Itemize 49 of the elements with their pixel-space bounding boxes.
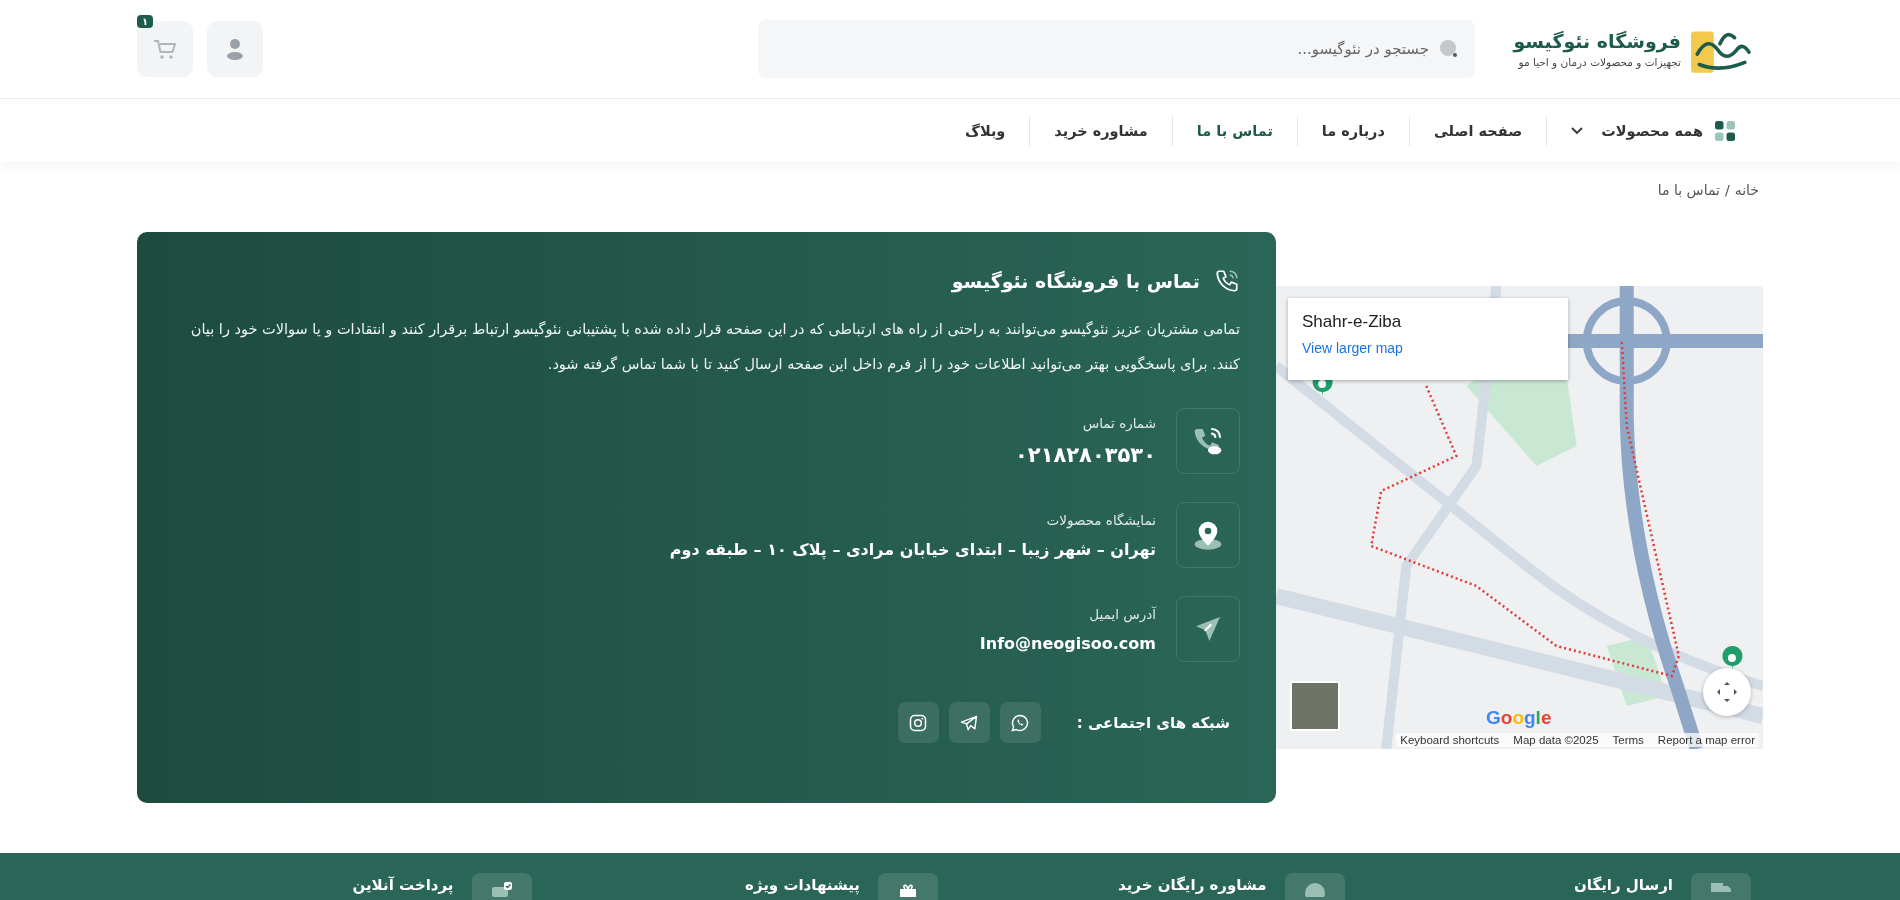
cart-icon: [153, 38, 177, 60]
place-name: Shahr-e-Ziba: [1302, 312, 1403, 332]
view-larger-map-link[interactable]: View larger map: [1302, 340, 1554, 356]
logo-subtitle: تجهیزات و محصولات درمان و احیا مو: [1517, 56, 1681, 68]
map-logo: Google: [1486, 707, 1552, 729]
card-check-icon: [489, 881, 514, 897]
breadcrumb-link[interactable]: تماس با ما: [1657, 182, 1720, 232]
map-attribution-link[interactable]: Keyboard shortcuts: [1400, 734, 1500, 746]
search-field[interactable]: جستجو در نئوگیسو...: [758, 20, 1475, 78]
grid-icon: [1715, 120, 1735, 141]
telegram-button[interactable]: [948, 702, 990, 743]
nav-item[interactable]: درباره ما: [1321, 122, 1385, 139]
phone-icon: [1214, 268, 1240, 294]
info-value: Info@neogisoo.com: [979, 633, 1156, 653]
phone-icon: [1192, 425, 1224, 457]
cart-count-badge: ۱: [136, 15, 153, 28]
intro-paragraph: تمامی مشتریان عزیز نئوگیسو می‌توانند به راحتی از راه های ارتباطی که در این صفحه قرار داده شده با پشتیبانی نئوگیسو ارتباط برقرار کنند و انتقادات و یا سوالات خود را بیان کنند. برای پاسخگویی بهتر می‌توانید اطلاعات خود را از فرم داخل این صفحه ارسال کنید تا با شما تماس گرفته شود.: [189, 320, 1240, 375]
map-attribution-link[interactable]: Map data ©2025: [1513, 734, 1599, 746]
whatsapp-button[interactable]: [999, 702, 1041, 743]
fullscreen-icon: [1715, 680, 1739, 704]
info-label: شماره تماس: [1081, 415, 1156, 431]
nav-item[interactable]: مشاوره خرید: [1054, 122, 1148, 139]
nav-item[interactable]: صفحه اصلی: [1433, 122, 1523, 139]
nav-item[interactable]: همه محصولات: [1571, 120, 1735, 141]
map-attribution-link[interactable]: Report a map error: [1657, 734, 1755, 746]
nav-item[interactable]: تماس با ما: [1196, 122, 1273, 139]
social-label: شبکه های اجتماعی :: [1076, 713, 1230, 732]
info-label: آدرس ایمیل: [1088, 605, 1156, 622]
satellite-thumbnail[interactable]: [1290, 681, 1340, 731]
info-value: ۰۲۱۸۲۸۰۳۵۳۰: [1015, 443, 1156, 467]
instagram-button[interactable]: [897, 702, 939, 743]
chevron-down-icon: [1571, 126, 1584, 135]
location-pin-icon: [1192, 519, 1224, 551]
nav-item[interactable]: وبلاگ: [965, 122, 1006, 139]
user-icon: [225, 38, 245, 60]
card-title: تماس با فروشگاه نئوگیسو: [951, 270, 1200, 292]
info-value: تهران – شهر زیبا – ابتدای خیابان مرادی – پلاک ۱۰ – طبقه دوم: [669, 539, 1156, 559]
map-attribution-link[interactable]: Terms: [1612, 734, 1644, 746]
breadcrumb-link[interactable]: خانه: [1734, 182, 1759, 232]
feature-title: پرداخت آنلاین: [352, 876, 454, 894]
breadcrumb-separator: /: [1724, 182, 1730, 200]
logo-title: فروشگاه نئوگیسو: [1513, 30, 1681, 52]
feature-title: پیشنهادات ویژه: [745, 876, 860, 894]
feature-title: مشاوره رایگان خرید: [1118, 876, 1267, 894]
chat-bubble-phone-icon: [1010, 712, 1031, 733]
camera-icon: [908, 712, 929, 733]
account-button[interactable]: [207, 21, 263, 77]
feature-title: ارسال رایگان: [1574, 876, 1673, 894]
info-label: نمایشگاه محصولات: [1045, 511, 1156, 528]
